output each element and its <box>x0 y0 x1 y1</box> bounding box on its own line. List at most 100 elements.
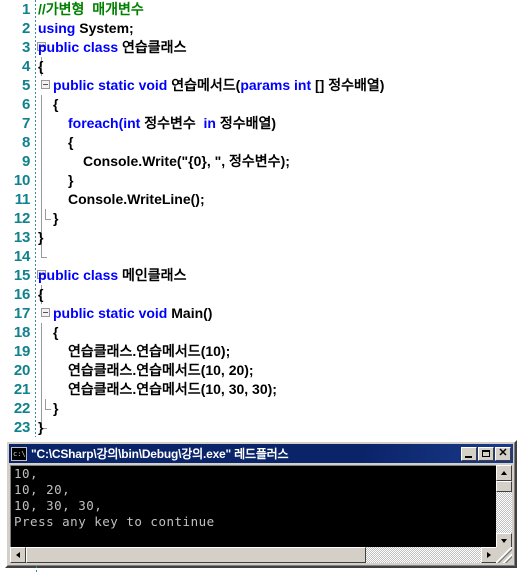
code-text: 연습클래스.연습메서드(10, 30, 30); <box>68 380 277 399</box>
vertical-scrollbar-thumb[interactable] <box>496 481 512 492</box>
line-number: 12 <box>13 210 30 227</box>
fold-guide-line <box>41 209 42 228</box>
code-token: { <box>53 96 59 112</box>
code-token: Console.WriteLine(); <box>68 191 205 207</box>
close-icon: ✕ <box>498 447 508 459</box>
code-token: [] 정수배열) <box>315 77 385 93</box>
code-text: foreach(int 정수변수 in 정수배열) <box>68 114 276 133</box>
line-number: 14 <box>13 248 30 265</box>
fold-end-marker <box>45 399 51 410</box>
code-line: 3 public class 연습클래스 <box>0 38 526 57</box>
line-number: 20 <box>13 362 30 379</box>
minimize-button[interactable] <box>461 446 477 461</box>
code-token: in <box>203 115 220 131</box>
code-line: 18 { <box>0 323 526 342</box>
code-line: 10} <box>0 171 526 190</box>
scroll-left-button[interactable] <box>10 547 26 563</box>
fold-guide-line <box>41 133 42 152</box>
horizontal-scrollbar-thumb[interactable] <box>26 547 366 563</box>
window-controls: ✕ <box>461 446 512 461</box>
code-line: 17 public static void Main() <box>0 304 526 323</box>
code-token: 메인클래스 <box>122 267 187 283</box>
code-line: 11 Console.WriteLine(); <box>0 190 526 209</box>
line-number: 11 <box>14 191 31 208</box>
code-text: { <box>68 133 73 152</box>
code-line: 6{ <box>0 95 526 114</box>
horizontal-scrollbar[interactable] <box>10 547 497 563</box>
code-token: params int <box>240 77 316 93</box>
console-title-text: "C:\CSharp\강의\bin\Debug\강의.exe" 레드플러스 <box>31 447 289 461</box>
arrow-down-icon <box>501 539 507 543</box>
fold-guide-line <box>41 152 42 171</box>
code-token: //가변형 매개변수 <box>38 1 144 17</box>
console-output-lines: 10, 10, 20, 10, 30, 30, Press any key to co… <box>11 466 497 530</box>
line-number: 5 <box>21 77 30 94</box>
arrow-up-icon <box>501 471 507 475</box>
fold-guide-line <box>41 361 42 380</box>
fold-guide-line <box>41 114 42 133</box>
code-line: 15 public class 메인클래스 <box>0 266 526 285</box>
code-line: 8{ <box>0 133 526 152</box>
vertical-scrollbar[interactable] <box>496 465 512 549</box>
code-text: } <box>53 399 58 418</box>
code-text: { <box>53 323 58 342</box>
code-token: 정수변수 <box>144 115 204 131</box>
scroll-up-button[interactable] <box>496 465 512 481</box>
code-text: public static void 연습메서드(params int [] 정… <box>53 76 384 95</box>
code-line: 23} <box>0 418 526 437</box>
fold-toggle-icon[interactable] <box>41 308 50 317</box>
code-token: 연습메서드( <box>171 77 241 93</box>
console-icon <box>11 446 27 461</box>
scroll-right-button[interactable] <box>481 547 497 563</box>
console-output-area: 10, 10, 20, 10, 30, 30, Press any key to co… <box>10 465 497 549</box>
code-token: { <box>68 134 74 150</box>
code-token: public class <box>38 267 123 283</box>
code-token: foreach(int <box>68 115 145 131</box>
code-line: 5 public static void 연습메서드(params int [] … <box>0 76 526 95</box>
fold-guide-line <box>41 171 42 190</box>
resize-grip[interactable] <box>496 547 512 563</box>
line-number: 16 <box>13 286 30 303</box>
code-line: 9 Console.Write("{0}, ", 정수변수); <box>0 152 526 171</box>
code-token: } <box>53 400 59 416</box>
code-token: 연습클래스.연습메서드(10, 20); <box>68 362 254 378</box>
console-window[interactable]: "C:\CSharp\강의\bin\Debug\강의.exe" 레드플러스 ✕ … <box>5 440 517 568</box>
code-token: { <box>38 58 44 74</box>
line-number: 3 <box>21 39 30 56</box>
code-token: Main() <box>171 305 213 321</box>
fold-guide-line <box>41 95 42 114</box>
code-token: public static void <box>53 305 172 321</box>
code-token: System; <box>79 20 134 36</box>
line-number: 18 <box>13 324 30 341</box>
code-text: public class 연습클래스 <box>38 38 186 57</box>
resize-grip-shadow <box>496 547 512 563</box>
code-text: public static void Main() <box>53 304 212 323</box>
fold-end-marker <box>45 209 51 220</box>
console-output-line: 10, 30, 30, <box>14 498 103 513</box>
maximize-button[interactable] <box>478 446 494 461</box>
code-token: public class <box>38 39 123 55</box>
fold-guide-line <box>41 342 42 361</box>
console-output-line: 10, 20, <box>14 482 71 497</box>
arrow-right-icon <box>487 552 491 558</box>
code-token: } <box>68 172 74 188</box>
console-titlebar[interactable]: "C:\CSharp\강의\bin\Debug\강의.exe" 레드플러스 ✕ <box>9 444 513 463</box>
code-text: } <box>38 228 43 247</box>
code-text: 연습클래스.연습메서드(10, 20); <box>68 361 254 380</box>
close-button[interactable]: ✕ <box>495 446 511 461</box>
fold-guide-line <box>41 190 42 209</box>
line-number: 15 <box>13 267 30 284</box>
code-token: public static void <box>53 77 172 93</box>
code-text: using System; <box>38 19 134 38</box>
code-token: 연습클래스.연습메서드(10, 30, 30); <box>68 381 277 397</box>
code-line: 21 연습클래스.연습메서드(10, 30, 30); <box>0 380 526 399</box>
code-token: Console.Write("{0}, ", 정수변수); <box>83 153 290 169</box>
fold-toggle-icon[interactable] <box>41 80 50 89</box>
console-output-line: 10, <box>14 466 39 481</box>
code-line: 14 <box>0 247 526 266</box>
gutter-divider-tail <box>36 566 37 573</box>
line-number: 19 <box>13 343 30 360</box>
code-editor[interactable]: 1 //가변형 매개변수 2 using System; 3 public class 연… <box>0 0 526 437</box>
fold-guide-line <box>41 399 42 418</box>
code-token: { <box>53 324 59 340</box>
